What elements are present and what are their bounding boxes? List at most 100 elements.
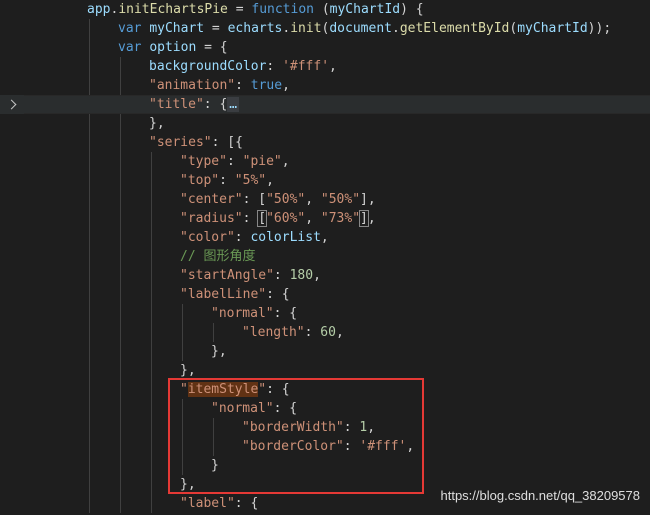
code-token: myChartId [329, 2, 401, 17]
code-token: = [204, 21, 228, 36]
code-token: function [251, 2, 314, 17]
code-token: , [282, 78, 290, 93]
code-token: }, [149, 116, 165, 131]
code-token: "type" [180, 154, 227, 169]
code-token: initEchartsPie [118, 2, 228, 17]
code-text: }, [211, 342, 227, 361]
code-token: "top" [180, 173, 220, 188]
code-token: ] [359, 210, 369, 227]
code-line[interactable]: app.initEchartsPie = function (myChartId… [0, 0, 650, 19]
code-token: "title" [149, 97, 204, 112]
code-token: "73%" [320, 211, 361, 226]
code-token: : [{ [211, 135, 243, 150]
code-token: "labelLine" [180, 287, 267, 302]
code-token: : { [266, 287, 290, 302]
code-text: "animation": true, [149, 76, 290, 95]
code-line[interactable]: }, [0, 342, 650, 361]
code-token: "startAngle" [180, 268, 274, 283]
code-token: : [235, 78, 251, 93]
code-text: }, [149, 114, 165, 133]
code-token: "pie" [242, 154, 282, 169]
code-token: , [281, 154, 290, 169]
code-line[interactable]: backgroundColor: '#fff', [0, 57, 650, 76]
code-token: "color" [180, 230, 235, 245]
code-token: , [313, 268, 321, 283]
code-token: "length" [242, 325, 305, 340]
code-line[interactable]: "normal": { [0, 304, 650, 323]
code-text: "series": [{ [149, 133, 243, 152]
code-token: myChart [149, 21, 205, 36]
code-text: // 图形角度 [180, 247, 255, 266]
code-line[interactable]: }, [0, 114, 650, 133]
code-token: var [118, 40, 142, 55]
code-token: )); [587, 21, 612, 36]
code-token: , [335, 325, 344, 340]
code-token: echarts [227, 21, 283, 36]
code-token: ], [360, 192, 376, 207]
code-text: var option = { [118, 38, 228, 57]
itemstyle-highlight-box [168, 378, 424, 494]
code-line[interactable]: "startAngle": 180, [0, 266, 650, 285]
code-line[interactable]: "center": ["50%", "50%"], [0, 190, 650, 209]
code-token: : [273, 268, 290, 283]
code-token: myChartId [517, 21, 588, 36]
code-token: "50%" [320, 192, 361, 207]
code-line[interactable]: "color": colorList, [0, 228, 650, 247]
code-token: "series" [149, 135, 212, 150]
code-line[interactable]: "radius": ["60%", "73%"], [0, 209, 650, 228]
code-text: "labelLine": { [180, 285, 290, 304]
code-token: : [226, 154, 243, 169]
code-text: "normal": { [211, 304, 297, 323]
code-line[interactable]: var option = { [0, 38, 650, 57]
code-line[interactable]: "animation": true, [0, 76, 650, 95]
code-line[interactable]: "top": "5%", [0, 171, 650, 190]
code-token: '#fff' [282, 59, 330, 74]
code-line[interactable]: var myChart = echarts.init(document.getE… [0, 19, 650, 38]
code-text: "top": "5%", [180, 171, 274, 190]
code-text: "color": colorList, [180, 228, 329, 247]
code-line[interactable]: "series": [{ [0, 133, 650, 152]
code-token: app [87, 2, 111, 17]
code-token: document [329, 21, 392, 36]
code-text: "type": "pie", [180, 152, 290, 171]
code-token: "5%" [234, 173, 267, 188]
code-token: , [320, 230, 329, 245]
code-line[interactable]: "title": {… [0, 95, 650, 114]
code-token: init [290, 21, 322, 36]
fold-chevron-icon[interactable] [0, 95, 22, 114]
code-token: [ [257, 210, 268, 227]
code-line[interactable]: "length": 60, [0, 323, 650, 342]
code-token: "normal" [211, 306, 274, 321]
code-text: backgroundColor: '#fff', [149, 57, 337, 76]
code-token: ( [314, 2, 330, 17]
code-token: ) { [400, 2, 424, 17]
code-token: : [234, 230, 251, 245]
code-text: app.initEchartsPie = function (myChartId… [87, 0, 424, 19]
code-line[interactable]: "type": "pie", [0, 152, 650, 171]
code-token: option [149, 40, 197, 55]
code-token: : { [234, 496, 259, 511]
code-token: : [242, 211, 259, 226]
code-text: var myChart = echarts.init(document.getE… [118, 19, 611, 38]
code-line[interactable]: "labelLine": { [0, 285, 650, 304]
code-token: , [305, 211, 321, 226]
code-token: backgroundColor [149, 59, 267, 74]
code-text: "title": {… [149, 95, 240, 114]
code-token: var [118, 21, 142, 36]
code-text: "radius": ["60%", "73%"], [180, 209, 376, 228]
code-line[interactable]: // 图形角度 [0, 247, 650, 266]
code-token: "center" [180, 192, 243, 207]
code-token: "60%" [266, 211, 306, 226]
code-token: , [305, 192, 321, 207]
code-token: true [250, 78, 283, 93]
code-token: = { [196, 40, 228, 55]
code-token: : [266, 59, 283, 74]
folded-ellipsis[interactable]: … [227, 97, 240, 112]
code-token: }, [180, 363, 196, 378]
code-token: 180 [289, 268, 314, 283]
code-editor[interactable]: app.initEchartsPie = function (myChartId… [0, 0, 650, 515]
code-text: "length": 60, [242, 323, 344, 342]
code-token: , [329, 59, 337, 74]
code-token: : [ [242, 192, 267, 207]
watermark: https://blog.csdn.net/qq_38209578 [440, 488, 641, 503]
